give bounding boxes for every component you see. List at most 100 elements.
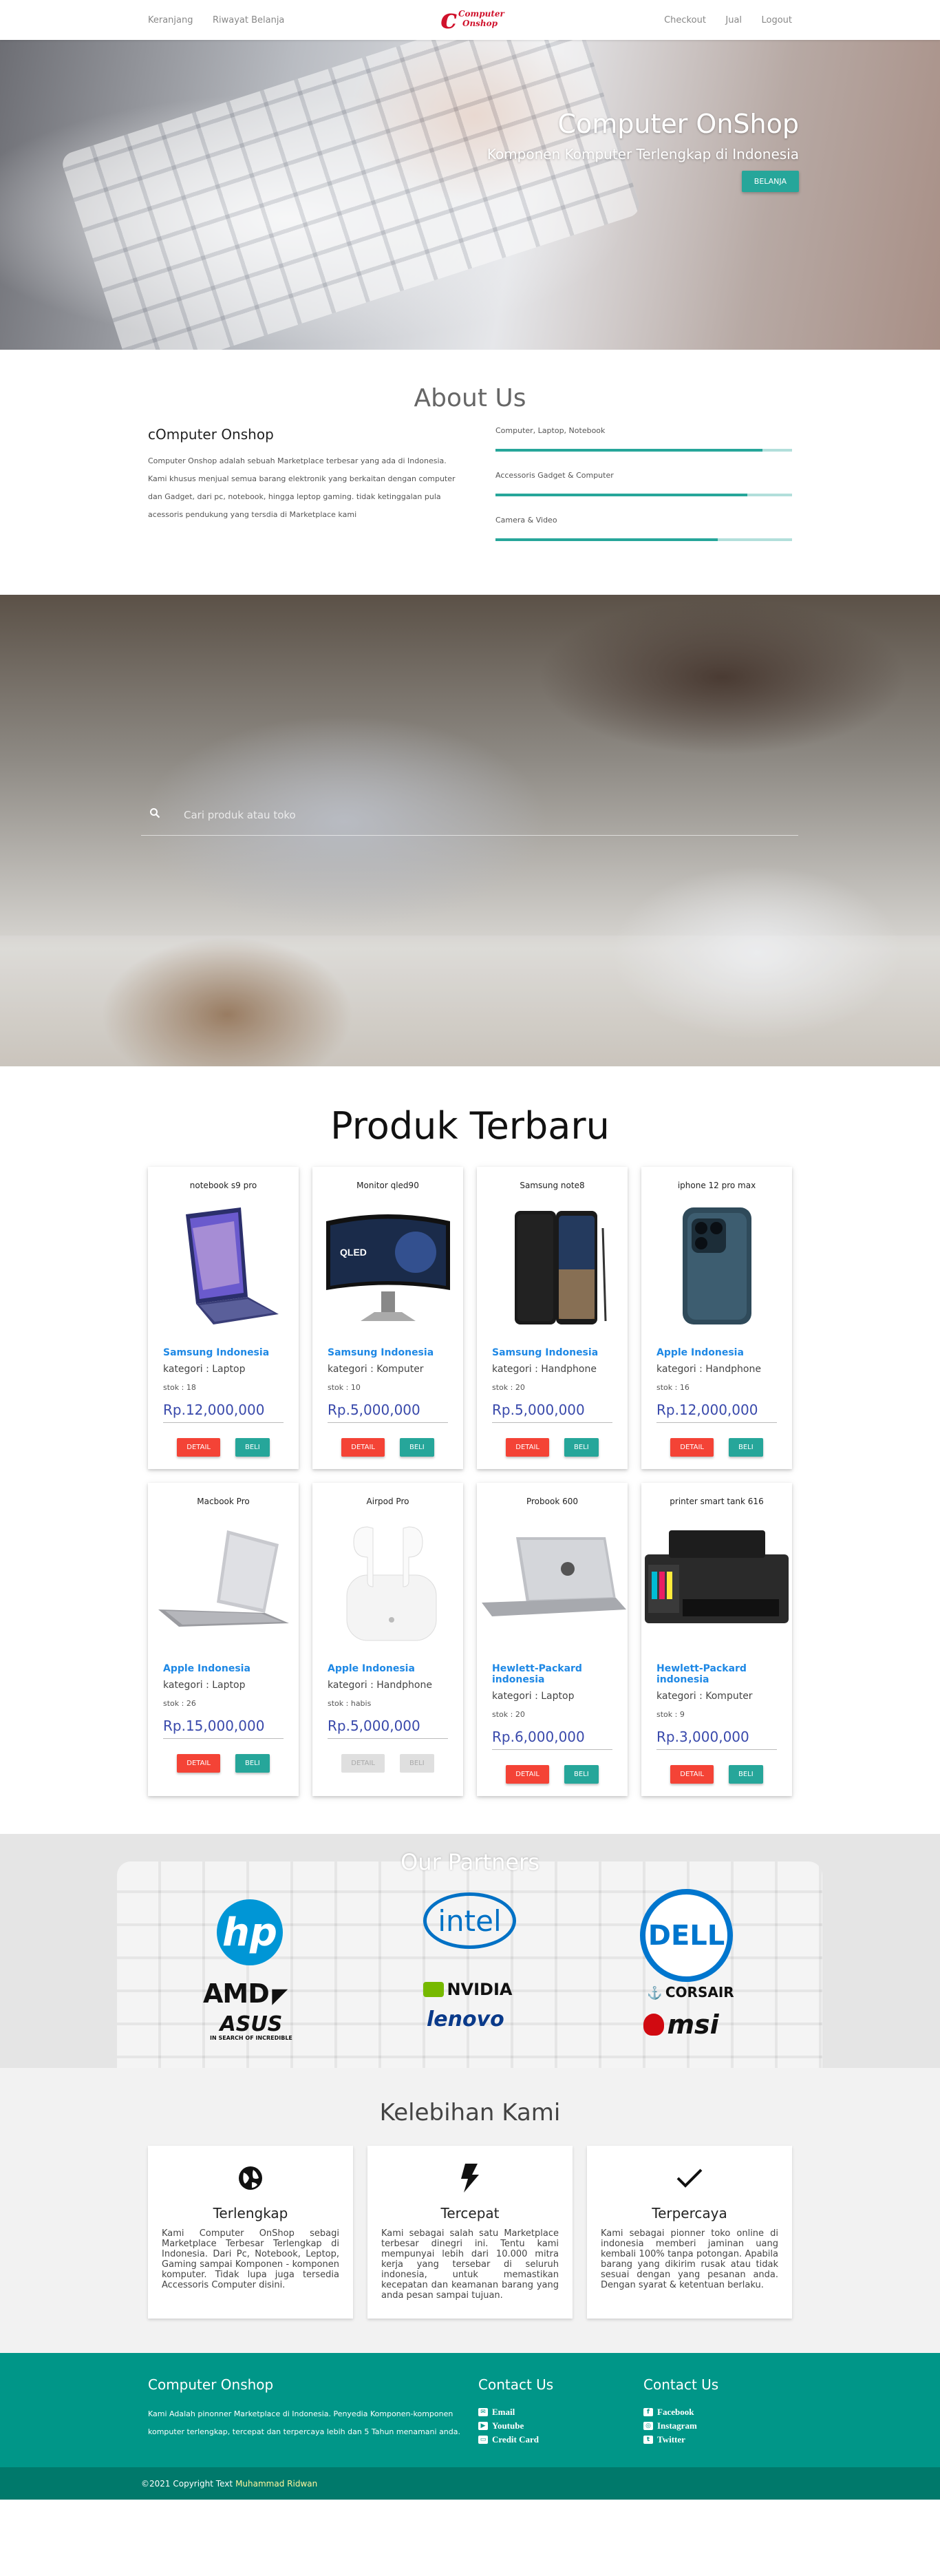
feature-text: Kami sebagai salah satu Marketplace terb… (381, 2228, 559, 2301)
product-card[interactable]: notebook s9 pro Samsung Indonesia katego… (148, 1167, 299, 1469)
nav-link-logout[interactable]: Logout (761, 15, 792, 25)
skill-bar-fill (495, 494, 748, 496)
search-input[interactable] (184, 808, 665, 821)
product-price: Rp.15,000,000 (163, 1718, 284, 1739)
product-stock: stok : 16 (656, 1383, 690, 1392)
detail-button: DETAIL (341, 1754, 385, 1773)
product-name: Samsung note8 (520, 1181, 585, 1190)
footer-link-youtube[interactable]: ▶ Youtube (478, 2419, 643, 2433)
beli-button[interactable]: BELI (564, 1438, 599, 1457)
nav-link-riwayat-belanja[interactable]: Riwayat Belanja (213, 15, 284, 25)
feature-title: Terlengkap (213, 2205, 288, 2221)
product-stock: stok : 10 (328, 1383, 361, 1392)
feature-card: Terpercaya Kami sebagai pionner toko onl… (587, 2146, 792, 2319)
nav-link-keranjang[interactable]: Keranjang (148, 15, 193, 25)
products-section: Produk Terbaru notebook s9 pro Samsung I… (0, 1066, 940, 1834)
beli-button[interactable]: BELI (729, 1765, 763, 1784)
product-stock: stok : 18 (163, 1383, 196, 1392)
products-heading: Produk Terbaru (330, 1104, 610, 1148)
product-brand[interactable]: Samsung Indonesia (492, 1347, 612, 1358)
product-stock: stok : habis (328, 1699, 372, 1708)
footer-contact-title: Contact Us (478, 2376, 554, 2393)
product-price: Rp.5,000,000 (492, 1402, 612, 1423)
detail-button[interactable]: DETAIL (177, 1754, 220, 1773)
beli-button[interactable]: BELI (564, 1765, 599, 1784)
footer-link-facebook[interactable]: f Facebook (643, 2405, 781, 2419)
partners-section: Our Partners hp intel DELL AMD ◤ NVIDIA … (0, 1834, 940, 2068)
nav-link-checkout[interactable]: Checkout (664, 15, 706, 25)
skill-bar (495, 494, 792, 496)
product-grid: notebook s9 pro Samsung Indonesia katego… (148, 1167, 792, 1796)
macbook-icon (148, 1513, 299, 1651)
product-brand[interactable]: Apple Indonesia (328, 1663, 448, 1674)
footer-link-credit-card[interactable]: ▭ Credit Card (478, 2433, 643, 2447)
product-brand[interactable]: Hewlett-Packard indonesia (492, 1663, 612, 1685)
feature-title: Terpercaya (652, 2205, 727, 2221)
product-brand[interactable]: Apple Indonesia (163, 1663, 284, 1674)
footer-link-instagram[interactable]: ◎ Instagram (643, 2419, 781, 2433)
product-card[interactable]: Samsung note8 Samsung Indonesia kategori… (477, 1167, 628, 1469)
beli-button: BELI (400, 1754, 434, 1773)
copyright-text: ©2021 Copyright Text (141, 2478, 233, 2489)
product-name: Probook 600 (526, 1497, 578, 1506)
product-card[interactable]: Monitor qled90 QLED Samsung Indonesia ka… (312, 1167, 463, 1469)
product-name: Airpod Pro (366, 1497, 409, 1506)
site-logo[interactable]: c Computer Onshop (439, 4, 504, 36)
globe-icon (162, 2162, 339, 2194)
product-name: Macbook Pro (197, 1497, 250, 1506)
dell-logo: DELL (640, 1889, 733, 1982)
nav-link-jual[interactable]: Jual (725, 15, 742, 25)
belanja-button[interactable]: BELANJA (741, 171, 799, 192)
product-brand[interactable]: Samsung Indonesia (163, 1347, 284, 1358)
laptop-flip-icon (148, 1197, 299, 1335)
copyright-bar: ©2021 Copyright Text Muhammad Ridwan (0, 2467, 940, 2500)
detail-button[interactable]: DETAIL (670, 1438, 714, 1457)
author-link[interactable]: Muhammad Ridwan (235, 2479, 317, 2489)
footer-link-email[interactable]: ✉ Email (478, 2405, 643, 2419)
product-card[interactable]: Macbook Pro Apple Indonesia kategori : L… (148, 1483, 299, 1796)
product-brand[interactable]: Apple Indonesia (656, 1347, 777, 1358)
about-section: About Us cOmputer Onshop Computer Onshop… (0, 350, 940, 595)
detail-button[interactable]: DETAIL (670, 1765, 714, 1784)
detail-button[interactable]: DETAIL (177, 1438, 220, 1457)
email-icon: ✉ (478, 2408, 488, 2416)
product-price: Rp.6,000,000 (492, 1729, 612, 1750)
svg-text:QLED: QLED (340, 1247, 367, 1258)
product-brand[interactable]: Hewlett-Packard indonesia (656, 1663, 777, 1685)
product-category: kategori : Handphone (656, 1364, 761, 1375)
footer-link-twitter[interactable]: t Twitter (643, 2433, 781, 2447)
skill-label: Accessoris Gadget & Computer (495, 471, 614, 480)
skill-item: Camera & Video (495, 516, 792, 541)
product-stock: stok : 20 (492, 1710, 525, 1719)
nav-right: Checkout Jual Logout (648, 14, 792, 26)
beli-button[interactable]: BELI (400, 1438, 434, 1457)
skills-list: Computer, Laptop, Notebook Accessoris Ga… (495, 426, 792, 560)
product-brand[interactable]: Samsung Indonesia (328, 1347, 448, 1358)
skill-item: Accessoris Gadget & Computer (495, 471, 792, 496)
beli-button[interactable]: BELI (235, 1754, 270, 1773)
product-card[interactable]: iphone 12 pro max Apple Indonesia katego… (641, 1167, 792, 1469)
product-card[interactable]: printer smart tank 616 Hewlett-Packard i… (641, 1483, 792, 1796)
skill-bar-fill (495, 538, 718, 541)
about-heading: About Us (414, 384, 526, 412)
product-card[interactable]: Airpod Pro Apple Indonesia kategori : Ha… (312, 1483, 463, 1796)
product-stock: stok : 26 (163, 1699, 196, 1708)
hero-keyboard-image (59, 40, 643, 350)
hero-caption: Computer OnShop Komponen Komputer Terlen… (487, 109, 799, 192)
product-card[interactable]: Probook 600 Hewlett-Packard indonesia ka… (477, 1483, 628, 1796)
hero-title: Computer OnShop (557, 109, 799, 139)
beli-button[interactable]: BELI (235, 1438, 270, 1457)
instagram-icon: ◎ (643, 2422, 653, 2430)
product-name: iphone 12 pro max (677, 1181, 756, 1190)
detail-button[interactable]: DETAIL (506, 1438, 549, 1457)
detail-button[interactable]: DETAIL (506, 1765, 549, 1784)
search-icon[interactable] (149, 807, 170, 822)
detail-button[interactable]: DETAIL (341, 1438, 385, 1457)
product-name: printer smart tank 616 (670, 1497, 764, 1506)
feature-text: Kami Computer OnShop sebagi Marketplace … (162, 2228, 339, 2290)
product-category: kategori : Laptop (163, 1364, 246, 1375)
kelebihan-heading: Kelebihan Kami (379, 2099, 561, 2126)
product-name: Monitor qled90 (356, 1181, 419, 1190)
msi-logo: msi (643, 2009, 719, 2040)
beli-button[interactable]: BELI (729, 1438, 763, 1457)
